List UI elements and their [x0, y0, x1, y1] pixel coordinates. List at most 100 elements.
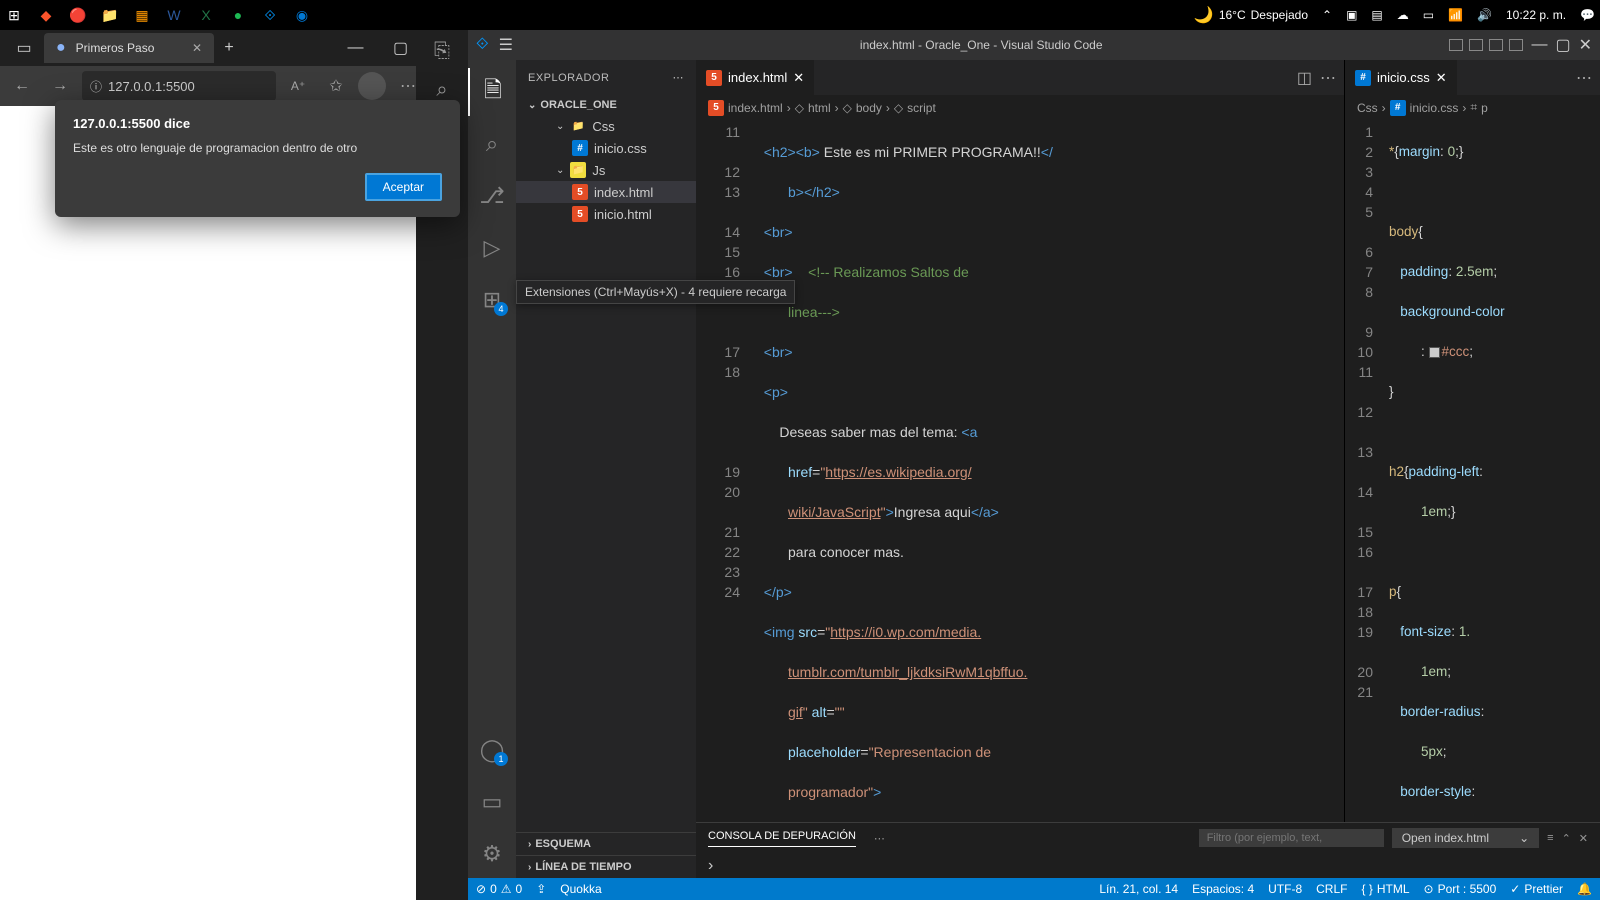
tray-icon[interactable]: ▤	[1371, 8, 1382, 22]
favorite-icon[interactable]: ✩	[320, 70, 352, 102]
panel-toggle-icon[interactable]: ▭	[468, 778, 516, 826]
extensions-activity[interactable]: ⊞4	[468, 276, 516, 324]
process-selector[interactable]: Open index.html⌄	[1392, 828, 1539, 848]
filter-input[interactable]	[1199, 829, 1384, 847]
breadcrumbs[interactable]: Css› #inicio.css› ⌗ p	[1345, 95, 1600, 120]
indentation-status[interactable]: Espacios: 4	[1192, 882, 1254, 896]
split-editor-icon[interactable]: ◫	[1297, 68, 1312, 88]
vscode-icon[interactable]: ⟐	[261, 6, 279, 24]
brave-icon[interactable]: ◆	[37, 6, 55, 24]
code-content[interactable]: <h2><b> Este es mi PRIMER PROGRAMA!!</ b…	[756, 120, 1294, 822]
explorer-activity[interactable]: 🗎	[468, 68, 516, 116]
live-server-status[interactable]: ⊙ Port : 5500	[1424, 882, 1497, 896]
maximize-button[interactable]: ▢	[1555, 35, 1570, 55]
more-icon[interactable]: ⋯	[673, 71, 685, 84]
moon-icon: 🌙	[1194, 5, 1214, 25]
language-status[interactable]: { } HTML	[1361, 882, 1409, 896]
vscode-titlebar: ⟐ ☰ index.html - Oracle_One - Visual Stu…	[468, 30, 1600, 60]
close-button[interactable]: ✕	[1579, 35, 1592, 55]
code-editor-right[interactable]: 123456789101112131415161718192021 *{marg…	[1345, 120, 1600, 822]
close-icon[interactable]: ✕	[793, 70, 804, 86]
encoding-status[interactable]: UTF-8	[1268, 882, 1302, 896]
debug-activity[interactable]: ▷	[468, 224, 516, 272]
folder-js[interactable]: ⌄📁Js	[516, 159, 696, 181]
badge: 1	[494, 752, 508, 766]
editor-tab-inicio-css[interactable]: # inicio.css ✕	[1345, 60, 1457, 95]
chevron-up-icon[interactable]: ⌃	[1562, 832, 1571, 845]
browser-tab[interactable]: ● Primeros Paso ✕	[44, 33, 214, 63]
settings-activity[interactable]: ⚙	[468, 830, 516, 878]
outline-section[interactable]: ›ESQUEMA	[516, 832, 696, 855]
onedrive-icon[interactable]: ☁	[1397, 8, 1409, 22]
layout-icon[interactable]	[1449, 39, 1463, 51]
minimap[interactable]	[1582, 120, 1600, 822]
address-bar[interactable]: ⓘ 127.0.0.1:5500	[82, 71, 276, 101]
panel-body[interactable]: ›	[696, 853, 1600, 878]
new-doc-icon[interactable]: ⎘	[434, 40, 450, 63]
alert-ok-button[interactable]: Aceptar	[365, 173, 442, 201]
new-tab-button[interactable]: +	[214, 39, 244, 57]
layout-controls[interactable]	[1449, 39, 1523, 51]
more-icon[interactable]: ⋯	[1320, 68, 1336, 88]
search-icon[interactable]: ⌕	[436, 79, 447, 102]
layout-icon[interactable]	[1489, 39, 1503, 51]
sublime-icon[interactable]: ▦	[133, 6, 151, 24]
spotify-icon[interactable]: ●	[229, 6, 247, 24]
folder-css[interactable]: ⌄📁Css	[516, 115, 696, 137]
eol-status[interactable]: CRLF	[1316, 882, 1347, 896]
problems-status[interactable]: ⊘ 0 ⚠ 0	[476, 882, 522, 896]
weather-widget[interactable]: 🌙 16°C Despejado	[1194, 5, 1308, 25]
minimize-button[interactable]: —	[1531, 36, 1547, 54]
more-icon[interactable]: ⋯	[1576, 68, 1592, 88]
editor-tab-index-html[interactable]: 5 index.html ✕	[696, 60, 814, 95]
close-icon[interactable]: ✕	[1436, 70, 1447, 86]
workspace-icon[interactable]: ▭	[8, 32, 40, 64]
layout-icon[interactable]	[1509, 39, 1523, 51]
layout-icon[interactable]	[1469, 39, 1483, 51]
minimap[interactable]	[1294, 120, 1344, 822]
vscode-window: ⟐ ☰ index.html - Oracle_One - Visual Stu…	[468, 30, 1600, 900]
file-inicio-css[interactable]: #inicio.css	[516, 137, 696, 159]
volume-icon[interactable]: 🔊	[1477, 8, 1492, 22]
excel-icon[interactable]: X	[197, 6, 215, 24]
wifi-icon[interactable]: 📶	[1448, 8, 1463, 22]
list-icon[interactable]: ≡	[1547, 832, 1553, 844]
code-editor-left[interactable]: 1112131415161718192021222324 <h2><b> Est…	[696, 120, 1344, 822]
notifications-icon[interactable]: 🔔	[1577, 882, 1592, 896]
back-button[interactable]: ←	[6, 70, 38, 102]
file-index-html[interactable]: 5index.html	[516, 181, 696, 203]
close-icon[interactable]: ✕	[1579, 832, 1588, 845]
explorer-icon[interactable]: 📁	[101, 6, 119, 24]
quokka-status[interactable]: Quokka	[560, 882, 601, 896]
read-aloud-icon[interactable]: A⁺	[282, 70, 314, 102]
debug-console-tab[interactable]: CONSOLA DE DEPURACIÓN	[708, 830, 856, 847]
profile-avatar[interactable]	[358, 72, 386, 100]
breadcrumbs[interactable]: 5index.html› ◇ html› ◇ body› ◇ script	[696, 95, 1344, 120]
cursor-position[interactable]: Lín. 21, col. 14	[1099, 882, 1178, 896]
tray-icon[interactable]: ▣	[1346, 8, 1357, 22]
word-icon[interactable]: W	[165, 6, 183, 24]
clock[interactable]: 10:22 p. m.	[1506, 8, 1566, 22]
account-activity[interactable]: ◯1	[468, 726, 516, 774]
vscode-body: 🗎 ⌕ ⎇ ▷ ⊞4 ◯1 ▭ ⚙ EXPLORADOR ⋯ ⌄ORACLE_O…	[468, 60, 1600, 878]
search-activity[interactable]: ⌕	[468, 120, 516, 168]
more-icon[interactable]: ⋯	[874, 832, 885, 845]
minimize-button[interactable]: —	[333, 30, 378, 66]
code-content[interactable]: *{margin: 0;} body{ padding: 2.5em; back…	[1389, 120, 1582, 822]
close-icon[interactable]: ✕	[192, 41, 202, 55]
chevron-up-icon[interactable]: ⌃	[1322, 8, 1332, 22]
scm-activity[interactable]: ⎇	[468, 172, 516, 220]
forward-button[interactable]: →	[44, 70, 76, 102]
notifications-icon[interactable]: 💬	[1580, 8, 1595, 22]
edge-icon[interactable]: ◉	[293, 6, 311, 24]
start-icon[interactable]: ⊞	[5, 6, 23, 24]
language-icon[interactable]: ▭	[1423, 8, 1434, 22]
live-share-icon[interactable]: ⇪	[536, 882, 546, 896]
project-root[interactable]: ⌄ORACLE_ONE	[516, 95, 696, 115]
timeline-section[interactable]: ›LÍNEA DE TIEMPO	[516, 855, 696, 878]
file-inicio-html[interactable]: 5inicio.html	[516, 203, 696, 225]
hamburger-icon[interactable]: ☰	[499, 35, 513, 55]
prettier-status[interactable]: ✓ Prettier	[1510, 882, 1563, 896]
browser-titlebar: ▭ ● Primeros Paso ✕ + — ▢ ✕	[0, 30, 468, 66]
chrome-icon[interactable]: 🔴	[69, 6, 87, 24]
